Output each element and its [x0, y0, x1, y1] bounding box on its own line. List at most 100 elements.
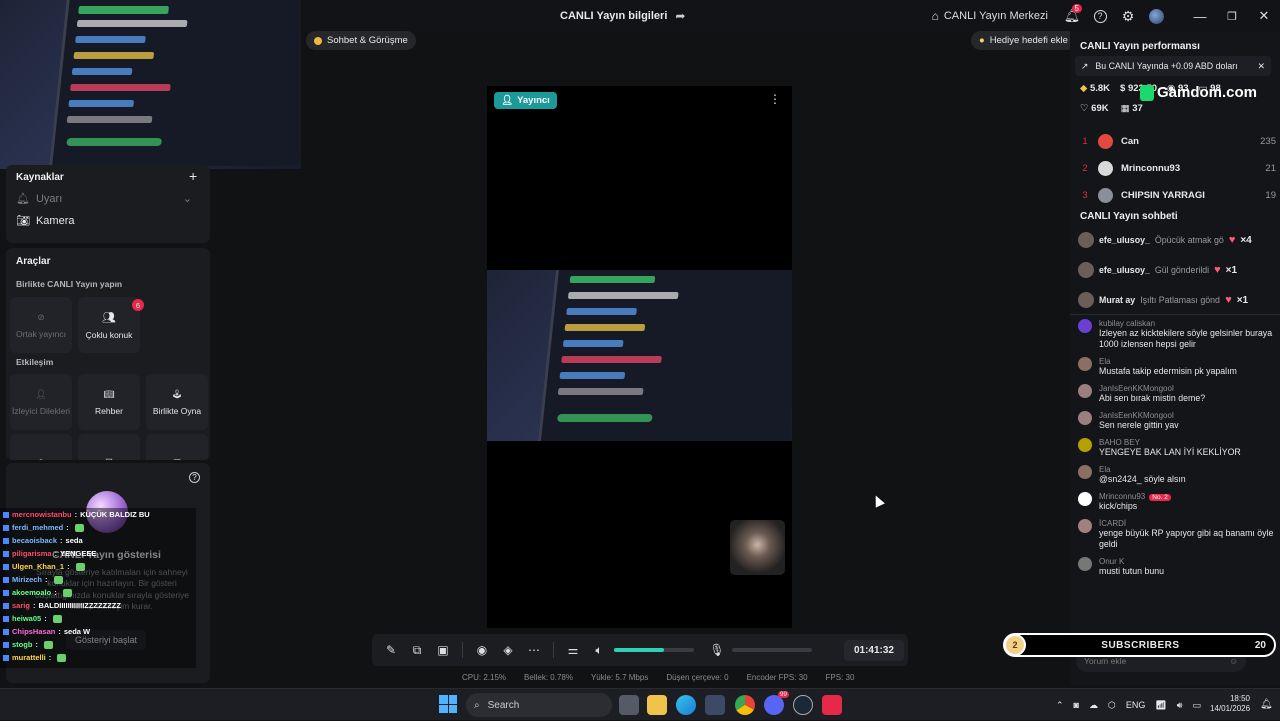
layout-icon[interactable]: ▣ — [432, 639, 454, 661]
chat-message-text: musti tutun bunu — [1099, 565, 1165, 576]
more-options-icon[interactable]: ⋮ — [769, 92, 781, 106]
multi-guest-tool[interactable]: 👥︎ Çoklu konuk 6 — [78, 297, 144, 353]
battery-icon[interactable]: ▭ — [1192, 700, 1201, 711]
overlay-chat-line: ferdi_mehmed: — [3, 521, 196, 534]
users-icon: 👥︎ — [102, 311, 116, 324]
microphone-icon[interactable]: 🎙︎ — [706, 639, 728, 661]
volume-slider-fill — [614, 648, 664, 652]
system-tray: ⌃ ◙ ☁ ⬡ ENG 📶︎ 🔊︎ ▭ — [1056, 689, 1201, 721]
chrome-icon[interactable] — [735, 695, 755, 715]
minimize-icon: — — [1193, 8, 1207, 24]
gift-goal-pill[interactable]: ● Hediye hedefi ekle — [971, 31, 1076, 50]
overlay-chat-user: heiwa05 — [12, 614, 42, 623]
add-source-icon[interactable]: + — [189, 168, 197, 184]
chat-message-body: Onur Kmusti tutun bunu — [1099, 557, 1274, 577]
encoder-fps-stat: Encoder FPS: 30 — [746, 673, 808, 682]
badge-icon — [3, 628, 9, 635]
chat-message: İCARDİ yenge büyük RP yapıyor gibi aq ban… — [1078, 518, 1274, 550]
avatar — [1078, 410, 1092, 425]
gift-icon: ♥ — [1225, 294, 1232, 306]
sources-item-alert[interactable]: 🔔︎ Uyarı ⌄ — [16, 192, 192, 206]
discord-icon[interactable]: 99 — [764, 691, 789, 715]
gifter-name: Can — [1121, 136, 1139, 147]
help-button[interactable]: ? — [1086, 0, 1114, 32]
live-center-button[interactable]: ⌂ CANLI Yayın Merkezi — [932, 0, 1058, 32]
gifter-score: 235 — [1260, 136, 1276, 147]
chat-username: Onur K — [1099, 556, 1125, 566]
stream-info-title[interactable]: CANLI Yayın bilgileri ➦ — [560, 0, 685, 32]
volume-slider[interactable] — [614, 648, 694, 652]
taskbar-search[interactable]: ⌕ Search — [466, 693, 612, 717]
app-tray-icon[interactable]: ⬡ — [1108, 700, 1116, 711]
clock-time: 18:50 — [1229, 694, 1250, 703]
task-view-icon[interactable] — [619, 695, 639, 715]
viewer-requests-tool[interactable]: 👤︎ İzleyici Dilekleri — [10, 374, 72, 430]
profile-avatar-button[interactable] — [1142, 0, 1170, 32]
chat-username: JanIsEenKKMongool — [1099, 383, 1174, 393]
overlay-chat-line: Ulgen_Khan_1: — [3, 560, 196, 573]
avatar — [1098, 134, 1113, 149]
chat-message-user-row: Onur K — [1099, 557, 1274, 566]
multi-guest-badge: 6 — [132, 299, 144, 311]
chat-call-pill[interactable]: Sohbet & Görüşme — [306, 31, 416, 50]
checklist-tool[interactable]: ☑ — [78, 434, 140, 460]
target-tool[interactable]: ◎ — [10, 434, 72, 460]
chat-message-user-row: kubilay caliskan — [1099, 319, 1274, 328]
overlay-chat-user: stogb — [12, 640, 33, 649]
maximize-button[interactable]: ❐ — [1216, 0, 1248, 32]
diamond-value: 5.8K — [1089, 83, 1111, 94]
audio-settings-icon[interactable]: ⚌ — [562, 639, 584, 661]
screen-share-icon[interactable]: ⧉ — [406, 639, 428, 661]
steam-icon[interactable] — [793, 695, 813, 715]
top-gifter-row[interactable]: 1 Can 235 — [1080, 128, 1276, 155]
store-icon[interactable] — [705, 695, 725, 715]
close-notice-icon[interactable]: ✕ — [1258, 61, 1265, 72]
edge-icon[interactable] — [676, 695, 696, 715]
settings-button[interactable]: ⚙ — [1114, 0, 1142, 32]
chevron-up-icon[interactable]: ⌃ — [1056, 700, 1064, 711]
wifi-icon[interactable]: 📶︎ — [1155, 700, 1166, 711]
badge-icon — [3, 654, 9, 661]
onedrive-icon[interactable]: ☁ — [1089, 700, 1098, 711]
avatar — [1078, 292, 1094, 308]
file-explorer-icon[interactable] — [647, 695, 667, 715]
notifications-button[interactable]: 🔔︎ 5 — [1058, 0, 1086, 32]
help-circle-icon[interactable]: ? — [189, 472, 200, 483]
more-icon[interactable]: ⋯ — [523, 639, 545, 661]
badge-icon — [3, 589, 9, 596]
minimize-button[interactable]: — — [1184, 0, 1216, 32]
top-gifter-row[interactable]: 3 CHIPSIN YARRAGI 19 — [1080, 182, 1276, 209]
discord-tray-icon[interactable]: ◙ — [1074, 700, 1079, 710]
emoji-icon[interactable]: ☺ — [1229, 656, 1238, 666]
clock[interactable]: 18:50 14/01/2026 — [1210, 694, 1250, 715]
top-gifter-row[interactable]: 2 Mrinconnu93 21 — [1080, 155, 1276, 182]
magic-wand-icon[interactable]: ✎ — [380, 639, 402, 661]
speaker-icon[interactable]: 🔊︎ — [1177, 700, 1183, 711]
share-icon[interactable]: ➦ — [675, 9, 685, 23]
avatar — [1078, 464, 1092, 479]
inbox-tool[interactable]: ▤ — [146, 434, 208, 460]
close-button[interactable]: ✕ — [1248, 0, 1280, 32]
help-icon: ? — [1093, 9, 1107, 23]
volume-icon[interactable]: 🔈︎ — [588, 639, 610, 661]
start-button[interactable] — [439, 695, 457, 713]
language-indicator[interactable]: ENG — [1126, 700, 1146, 710]
mic-level-slider[interactable] — [732, 648, 812, 652]
shared-host-tool[interactable]: ⊘ Ortak yayıncı — [10, 297, 72, 353]
record-icon[interactable]: ◉ — [471, 639, 493, 661]
gift-count: ×1 — [1225, 264, 1238, 276]
camera-source-item[interactable]: 📷︎ Kamera — [16, 214, 75, 228]
target-icon: ◎ — [37, 457, 44, 461]
play-together-tool[interactable]: 🕹︎ Birlikte Oyna — [146, 374, 208, 430]
gift-icon: ♥ — [1214, 264, 1221, 276]
guide-tool[interactable]: 📖︎ Rehber — [78, 374, 140, 430]
fps-stat: FPS: 30 — [825, 673, 855, 682]
overlay-chat-line: piligarisma: YENGEEE — [3, 547, 196, 560]
effects-icon[interactable]: ◈ — [497, 639, 519, 661]
gift-event: Murat ay Işıltı Patlaması göndé ♥ ×1 — [1078, 285, 1274, 315]
gift-sender: efe_ulusoy_ — [1099, 235, 1150, 245]
overlay-chat-separator: : — [60, 536, 63, 545]
notification-center-icon[interactable]: 🔔︎ — [1260, 699, 1273, 710]
viewer-requests-label: İzleyici Dilekleri — [11, 405, 71, 416]
tiktok-live-icon[interactable] — [822, 695, 842, 715]
